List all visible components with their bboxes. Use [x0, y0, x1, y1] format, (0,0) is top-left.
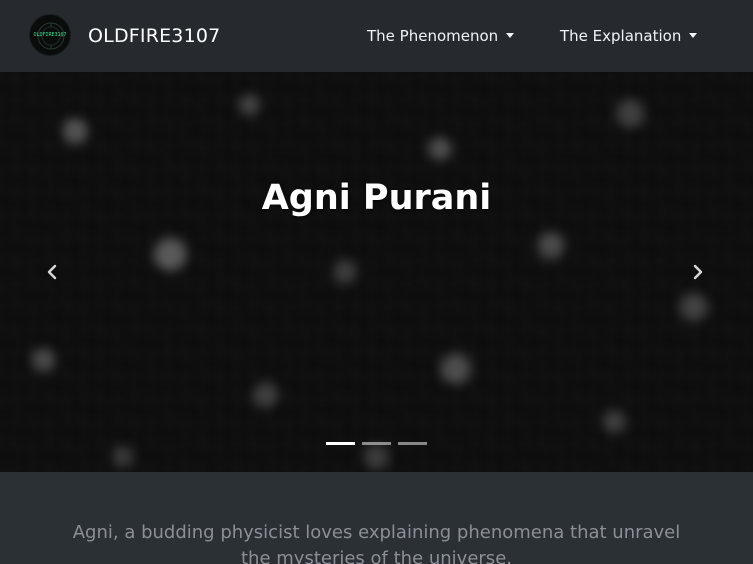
logo-text: OLDFIRE3107 — [33, 32, 67, 38]
brand-logo[interactable]: OLDFIRE3107 — [29, 14, 71, 56]
nav-dropdown-label: The Phenomenon — [367, 27, 499, 45]
nav-dropdown-phenomenon[interactable]: The Phenomenon — [367, 26, 515, 46]
carousel-indicator-3[interactable] — [398, 442, 427, 445]
caret-down-icon — [506, 33, 515, 38]
carousel-indicator-2[interactable] — [362, 442, 391, 445]
carousel-prev-button[interactable] — [37, 257, 67, 287]
hero-carousel: Agni Purani — [0, 72, 753, 472]
chevron-right-icon — [693, 264, 703, 280]
caret-down-icon — [689, 33, 698, 38]
carousel-next-button[interactable] — [683, 257, 713, 287]
nav-dropdown-label: The Explanation — [560, 27, 682, 45]
nav-dropdown-explanation[interactable]: The Explanation — [560, 26, 698, 46]
chevron-left-icon — [47, 264, 57, 280]
carousel-caption: Agni Purani — [261, 178, 492, 218]
carousel-indicator-1[interactable] — [326, 442, 355, 445]
navbar: OLDFIRE3107 OLDFIRE3107 The Phenomenon T… — [0, 0, 753, 72]
brand-name[interactable]: OLDFIRE3107 — [88, 25, 220, 47]
intro-text: Agni, a budding physicist loves explaini… — [72, 522, 681, 564]
intro-section: Agni, a budding physicist loves explaini… — [0, 472, 753, 564]
carousel-background-image — [0, 72, 753, 472]
carousel-indicators — [0, 441, 753, 447]
